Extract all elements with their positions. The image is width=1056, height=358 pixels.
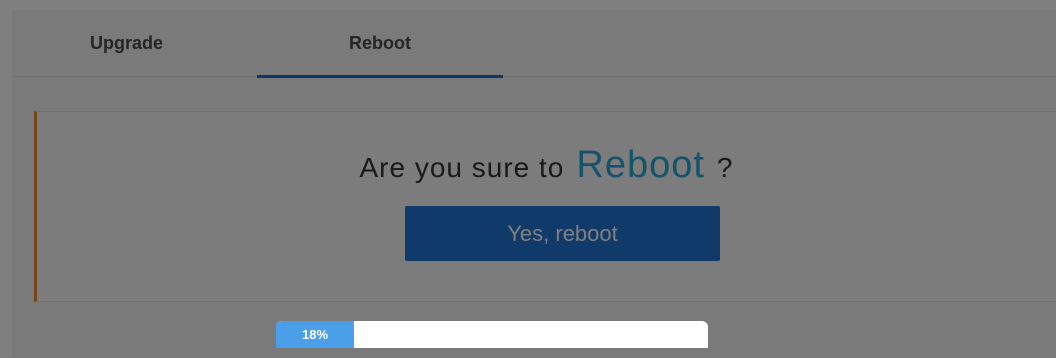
modal-overlay [0,0,1056,358]
reboot-progress-label: 18% [301,327,329,342]
reboot-progress-bar: 18% [276,321,708,348]
reboot-progress-fill: 18% [276,321,354,348]
page: Upgrade Reboot Are you sure to Reboot ? … [0,0,1056,358]
